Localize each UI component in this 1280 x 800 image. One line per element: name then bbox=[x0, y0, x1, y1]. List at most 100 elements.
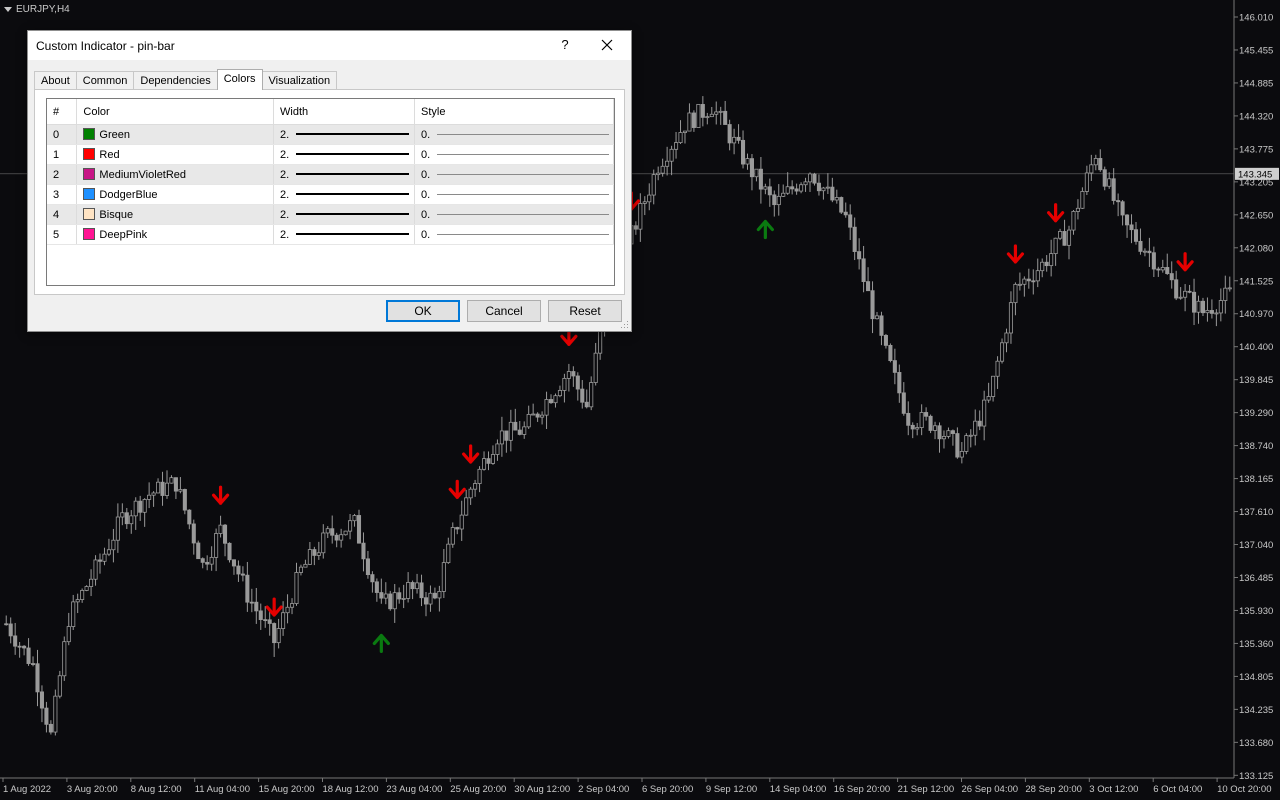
width-preview-line bbox=[296, 172, 410, 175]
candle-body bbox=[933, 425, 938, 431]
color-swatch[interactable] bbox=[83, 168, 96, 180]
candle-body bbox=[1218, 300, 1223, 314]
tab-about[interactable]: About bbox=[34, 71, 77, 90]
width-cell[interactable]: 2. bbox=[273, 224, 415, 245]
dialog-titlebar[interactable]: Custom Indicator - pin-bar ? bbox=[28, 31, 631, 60]
column-header-style[interactable]: Style bbox=[414, 99, 614, 125]
price-label: 143.775 bbox=[1239, 144, 1273, 155]
table-row[interactable]: 0 Green 2. 0. bbox=[47, 124, 614, 145]
candle-body bbox=[1017, 283, 1022, 286]
price-label: 141.525 bbox=[1239, 276, 1273, 287]
candle-body bbox=[633, 225, 638, 230]
width-cell[interactable]: 2. bbox=[273, 164, 415, 185]
width-preview-line bbox=[296, 212, 410, 215]
candle-body bbox=[477, 468, 482, 484]
cancel-button[interactable]: Cancel bbox=[467, 300, 541, 322]
price-label: 140.970 bbox=[1239, 309, 1273, 320]
color-swatch[interactable] bbox=[83, 228, 96, 240]
candle-body bbox=[638, 203, 643, 230]
style-cell[interactable]: 0. bbox=[414, 124, 614, 145]
candle-body bbox=[35, 663, 40, 693]
width-value: 2. bbox=[280, 228, 290, 241]
reset-button[interactable]: Reset bbox=[548, 300, 622, 322]
width-value: 2. bbox=[280, 188, 290, 201]
width-cell[interactable]: 2. bbox=[273, 184, 415, 205]
tab-common[interactable]: Common bbox=[75, 71, 135, 90]
candle-body bbox=[490, 454, 495, 464]
candle-body bbox=[999, 342, 1005, 362]
candle-body bbox=[39, 691, 44, 709]
candle-body bbox=[13, 635, 18, 647]
candle-body bbox=[379, 592, 384, 599]
color-cell[interactable]: DodgerBlue bbox=[76, 184, 275, 205]
candle-body bbox=[133, 500, 138, 517]
column-header-color[interactable]: Color bbox=[76, 99, 275, 125]
candle-body bbox=[660, 165, 665, 174]
style-cell[interactable]: 0. bbox=[414, 184, 614, 205]
width-cell[interactable]: 2. bbox=[273, 144, 415, 165]
candle-body bbox=[919, 412, 924, 428]
tab-dependencies[interactable]: Dependencies bbox=[133, 71, 218, 90]
candle-body bbox=[736, 136, 741, 141]
candle-body bbox=[794, 188, 799, 192]
candle-body bbox=[741, 139, 746, 165]
candle-body bbox=[517, 429, 522, 435]
width-preview-line bbox=[296, 152, 410, 155]
close-icon[interactable] bbox=[594, 32, 620, 58]
color-cell[interactable]: DeepPink bbox=[76, 224, 275, 245]
color-cell[interactable]: MediumVioletRed bbox=[76, 164, 275, 185]
price-label: 133.680 bbox=[1239, 738, 1273, 749]
table-row[interactable]: 1 Red 2. 0. bbox=[47, 144, 614, 165]
tab-colors[interactable]: Colors bbox=[216, 69, 263, 90]
color-cell[interactable]: Red bbox=[76, 144, 275, 165]
color-swatch[interactable] bbox=[83, 148, 96, 160]
candle-body bbox=[267, 619, 272, 624]
column-header-width[interactable]: Width bbox=[273, 99, 415, 125]
candle-body bbox=[124, 512, 129, 525]
color-cell[interactable]: Green bbox=[76, 124, 275, 145]
style-cell[interactable]: 0. bbox=[414, 144, 614, 165]
candle-body bbox=[504, 430, 509, 441]
candle-body bbox=[705, 116, 710, 119]
candle-body bbox=[410, 582, 415, 590]
candle-body bbox=[151, 492, 156, 496]
row-index: 4 bbox=[47, 204, 78, 225]
table-row[interactable]: 3 DodgerBlue 2. 0. bbox=[47, 184, 614, 205]
column-header-index[interactable]: # bbox=[47, 99, 78, 125]
chevron-down-icon[interactable] bbox=[4, 7, 12, 12]
price-label: 138.165 bbox=[1239, 474, 1273, 485]
table-row[interactable]: 2 MediumVioletRed 2. 0. bbox=[47, 164, 614, 185]
candle-body bbox=[388, 593, 393, 610]
candle-body bbox=[1165, 267, 1170, 274]
table-row[interactable]: 5 DeepPink 2. 0. bbox=[47, 224, 614, 245]
color-swatch[interactable] bbox=[83, 188, 96, 200]
candle-body bbox=[205, 561, 210, 565]
style-cell[interactable]: 0. bbox=[414, 224, 614, 245]
style-cell[interactable]: 0. bbox=[414, 164, 614, 185]
candle-body bbox=[732, 136, 737, 144]
color-swatch[interactable] bbox=[83, 208, 96, 220]
table-row[interactable]: 4 Bisque 2. 0. bbox=[47, 204, 614, 225]
color-cell[interactable]: Bisque bbox=[76, 204, 275, 225]
candle-body bbox=[915, 427, 920, 430]
candle-body bbox=[392, 592, 397, 610]
price-label: 134.805 bbox=[1239, 672, 1273, 683]
color-swatch[interactable] bbox=[83, 128, 96, 140]
tab-visualization[interactable]: Visualization bbox=[261, 71, 338, 90]
ok-button[interactable]: OK bbox=[386, 300, 460, 322]
width-value: 2. bbox=[280, 148, 290, 161]
resize-grip-icon[interactable] bbox=[621, 321, 629, 329]
candle-body bbox=[325, 528, 330, 534]
table-header: # Color Width Style bbox=[47, 99, 614, 125]
help-button[interactable]: ? bbox=[555, 34, 575, 56]
candle-body bbox=[281, 612, 286, 629]
style-value: 0. bbox=[421, 208, 431, 221]
width-cell[interactable]: 2. bbox=[273, 204, 415, 225]
candle-body bbox=[982, 399, 987, 427]
candle-body bbox=[807, 173, 813, 183]
candle-body bbox=[218, 524, 223, 534]
candle-body bbox=[240, 573, 245, 576]
width-cell[interactable]: 2. bbox=[273, 124, 415, 145]
style-cell[interactable]: 0. bbox=[414, 204, 614, 225]
candle-body bbox=[423, 597, 429, 605]
